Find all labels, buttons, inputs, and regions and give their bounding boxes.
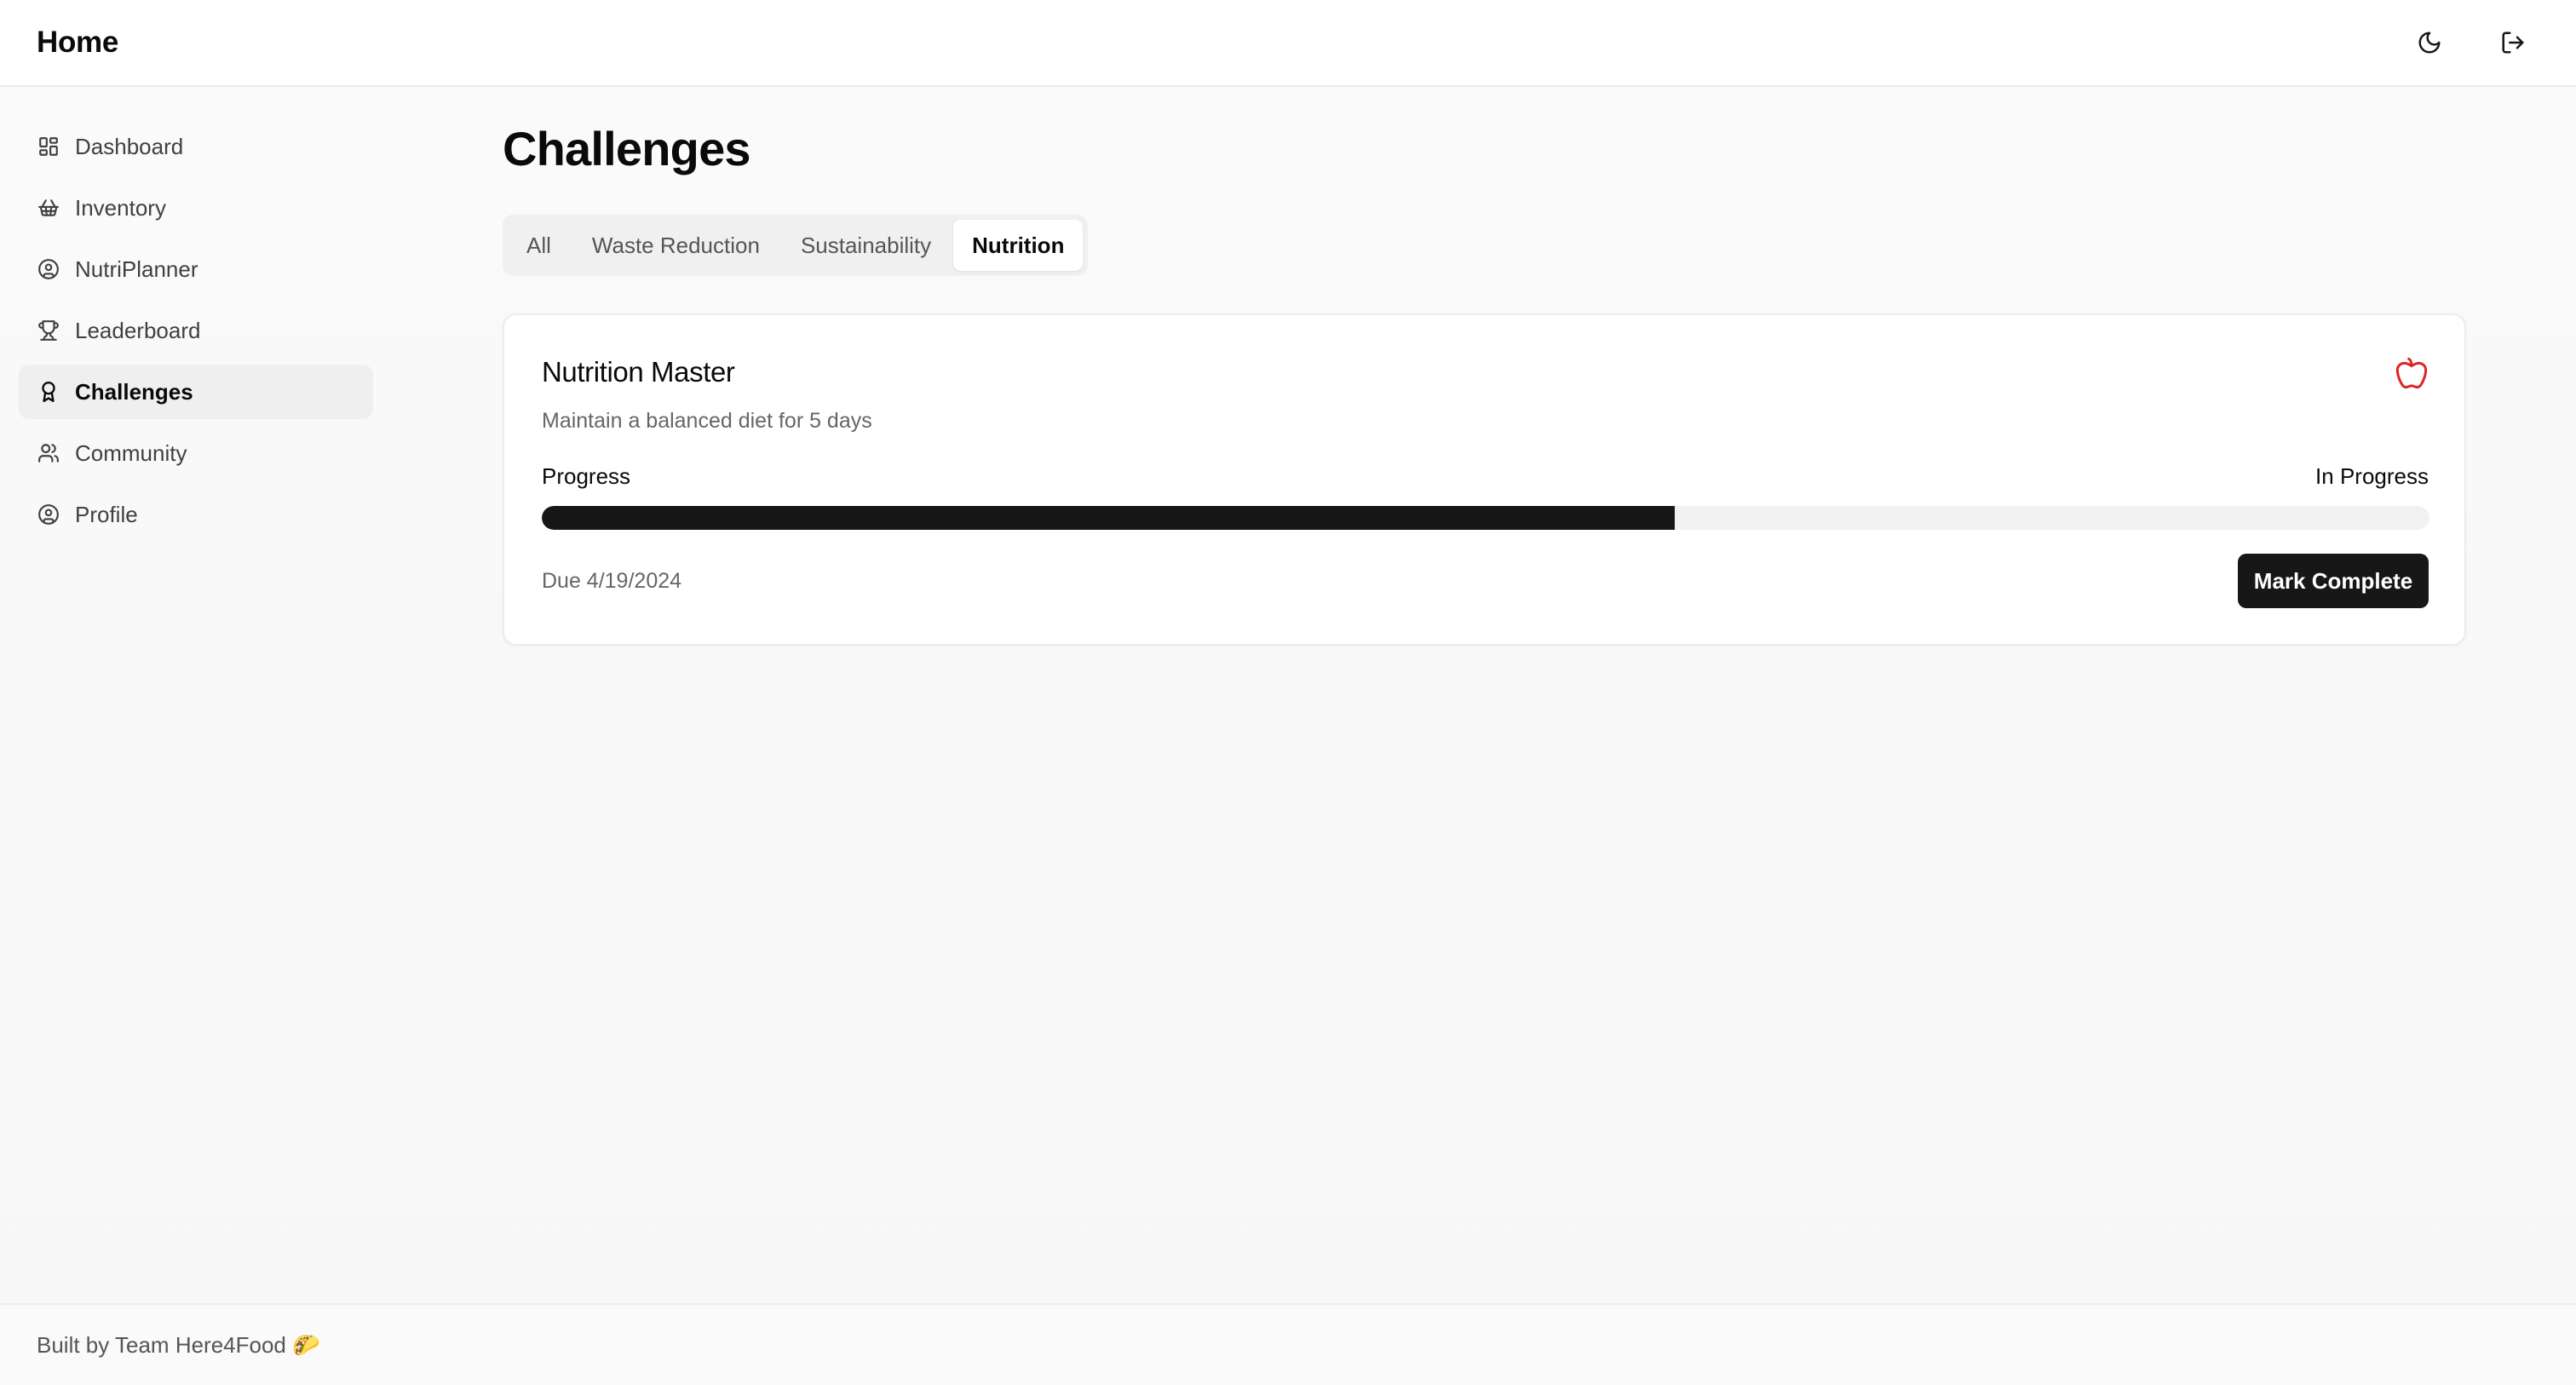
- sidebar-item-community[interactable]: Community: [19, 426, 373, 480]
- footer-credit: Built by Team Here4Food 🌮: [37, 1331, 320, 1358]
- sidebar-item-profile[interactable]: Profile: [19, 487, 373, 542]
- due-date: Due 4/19/2024: [542, 569, 682, 593]
- tab-waste-reduction[interactable]: Waste Reduction: [573, 220, 779, 271]
- user-circle-icon: [38, 259, 59, 279]
- user-circle-icon: [38, 504, 59, 525]
- moon-icon: [2418, 32, 2441, 54]
- footer: Built by Team Here4Food 🌮: [0, 1303, 2576, 1385]
- apple-icon: [2395, 357, 2428, 389]
- sidebar-item-nutriplanner[interactable]: NutriPlanner: [19, 242, 373, 296]
- progress-fill: [542, 506, 1675, 530]
- trophy-icon: [38, 320, 59, 341]
- sidebar-item-label: NutriPlanner: [75, 256, 198, 282]
- tab-sustainability[interactable]: Sustainability: [782, 220, 950, 271]
- sidebar-item-label: Community: [75, 440, 187, 466]
- sidebar-item-challenges[interactable]: Challenges: [19, 365, 373, 419]
- logout-button[interactable]: [2486, 15, 2540, 70]
- sidebar-item-inventory[interactable]: Inventory: [19, 181, 373, 235]
- sidebar-item-label: Profile: [75, 501, 138, 527]
- award-icon: [42, 381, 55, 403]
- status-badge: In Progress: [2315, 463, 2429, 489]
- sidebar-item-label: Challenges: [75, 378, 193, 405]
- sidebar-item-dashboard[interactable]: Dashboard: [19, 119, 373, 174]
- theme-toggle-button[interactable]: [2402, 15, 2457, 70]
- users-icon: [38, 444, 59, 463]
- sidebar: Dashboard Inventory NutriPlanner Leaderb…: [19, 119, 373, 549]
- mark-complete-button[interactable]: Mark Complete: [2238, 554, 2429, 608]
- challenge-tabs: All Waste Reduction Sustainability Nutri…: [503, 215, 1089, 276]
- top-header: Home: [0, 0, 2576, 87]
- page-title: Challenges: [503, 122, 751, 175]
- header-title[interactable]: Home: [37, 26, 118, 60]
- tab-nutrition[interactable]: Nutrition: [953, 220, 1084, 271]
- tab-all[interactable]: All: [508, 220, 570, 271]
- challenge-title: Nutrition Master: [542, 356, 735, 388]
- sidebar-item-label: Leaderboard: [75, 317, 201, 343]
- header-actions: [2402, 15, 2540, 70]
- layout-grid-icon: [39, 137, 58, 156]
- sidebar-item-label: Dashboard: [75, 133, 184, 159]
- progress-bar: [542, 506, 2429, 530]
- shopping-basket-icon: [38, 199, 59, 216]
- challenge-card: Nutrition Master Maintain a balanced die…: [503, 313, 2466, 646]
- progress-label: Progress: [542, 463, 631, 489]
- sidebar-item-label: Inventory: [75, 194, 166, 221]
- log-out-icon: [2502, 32, 2524, 54]
- sidebar-item-leaderboard[interactable]: Leaderboard: [19, 303, 373, 358]
- challenge-description: Maintain a balanced diet for 5 days: [542, 409, 872, 433]
